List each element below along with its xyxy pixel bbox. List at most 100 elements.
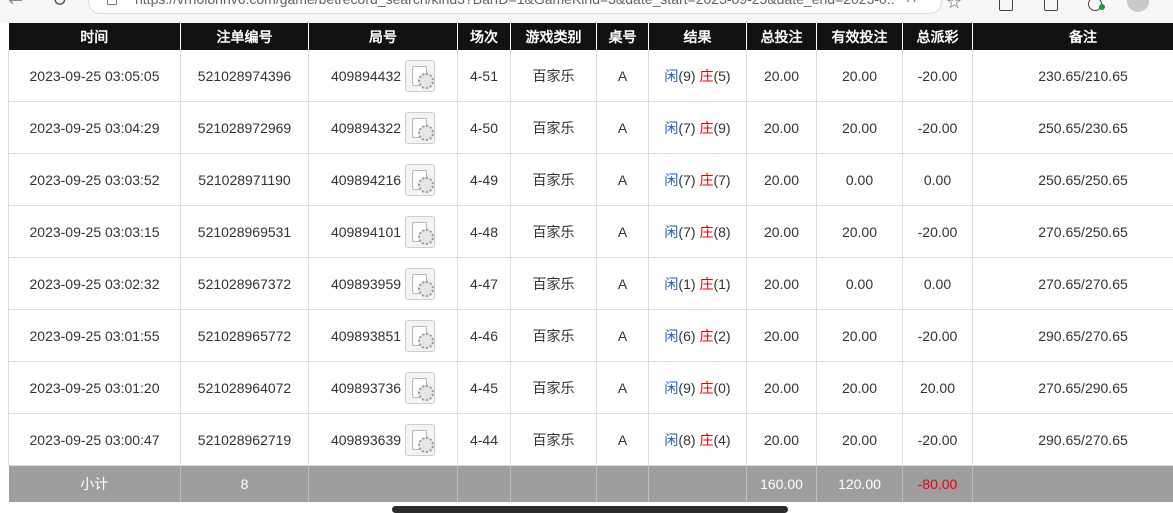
banker-score: (8) <box>713 224 730 240</box>
banker-label: 庄 <box>699 68 713 84</box>
browser-toolbar: ← ↻ https://vrnoi8nhv6.com/game/betrecor… <box>0 0 1173 23</box>
page-info-icon[interactable] <box>107 0 117 5</box>
table-row: 2023-09-25 03:05:05521028974396409894432… <box>9 50 1173 102</box>
cell-payout: -20.00 <box>903 414 973 466</box>
cell-result: 闲(6) 庄(2) <box>649 310 747 362</box>
subtotal-valid-bet: 120.00 <box>817 466 903 503</box>
cell-game-type: 百家乐 <box>511 258 597 310</box>
cell-round: 409894101 <box>309 206 458 258</box>
player-score: (8) <box>678 432 695 448</box>
cell-game-type: 百家乐 <box>511 310 597 362</box>
cell-table-no: A <box>597 102 649 154</box>
cell-game-type: 百家乐 <box>511 154 597 206</box>
round-detail-icon[interactable] <box>405 164 435 196</box>
cell-valid-bet: 20.00 <box>817 50 903 102</box>
round-detail-icon[interactable] <box>405 268 435 300</box>
favorite-star-icon[interactable]: ☆ <box>946 0 962 13</box>
cell-game-type: 百家乐 <box>511 362 597 414</box>
cell-bet-id: 521028962719 <box>181 414 309 466</box>
player-score: (7) <box>678 120 695 136</box>
cell-payout: 20.00 <box>903 362 973 414</box>
cell-remark: 230.65/210.65 <box>973 50 1173 102</box>
header-table-no: 桌号 <box>597 23 649 50</box>
cell-total-bet: 20.00 <box>747 362 817 414</box>
player-score: (9) <box>678 380 695 396</box>
subtotal-row: 小计 8 160.00 120.00 -80.00 <box>9 466 1173 503</box>
banker-label: 庄 <box>699 120 713 136</box>
player-score: (7) <box>678 172 695 188</box>
cell-game-type: 百家乐 <box>511 102 597 154</box>
cell-bet-id: 521028965772 <box>181 310 309 362</box>
subtotal-label: 小计 <box>9 466 181 503</box>
table-row: 2023-09-25 03:02:32521028967372409893959… <box>9 258 1173 310</box>
address-bar[interactable]: https://vrnoi8nhv6.com/game/betrecord_se… <box>88 0 942 14</box>
round-detail-icon[interactable] <box>405 216 435 248</box>
cell-valid-bet: 0.00 <box>817 154 903 206</box>
cell-table-no: A <box>597 258 649 310</box>
banker-label: 庄 <box>699 172 713 188</box>
cell-round: 409894322 <box>309 102 458 154</box>
cell-result: 闲(7) 庄(9) <box>649 102 747 154</box>
cell-payout: -20.00 <box>903 50 973 102</box>
round-detail-icon[interactable] <box>405 372 435 404</box>
banker-score: (4) <box>713 432 730 448</box>
reload-icon[interactable]: ↻ <box>52 0 67 10</box>
round-number: 409893736 <box>331 380 401 396</box>
cell-payout: -20.00 <box>903 102 973 154</box>
banker-label: 庄 <box>699 276 713 292</box>
cell-bet-id: 521028969531 <box>181 206 309 258</box>
cell-table-no: A <box>597 154 649 206</box>
cell-time: 2023-09-25 03:01:20 <box>9 362 181 414</box>
cell-remark: 250.65/250.65 <box>973 154 1173 206</box>
table-row: 2023-09-25 03:00:47521028962719409893639… <box>9 414 1173 466</box>
banker-score: (2) <box>713 328 730 344</box>
cell-table-no: A <box>597 310 649 362</box>
table-header-row: 时间 注单编号 局号 场次 游戏类别 桌号 结果 总投注 有效投注 总派彩 备注 <box>9 23 1173 50</box>
cell-table-no: A <box>597 362 649 414</box>
read-aloud-icon[interactable]: Aᵃ <box>907 0 921 5</box>
round-number: 409894432 <box>331 68 401 84</box>
cell-remark: 270.65/250.65 <box>973 206 1173 258</box>
banker-label: 庄 <box>699 224 713 240</box>
player-label: 闲 <box>664 68 678 84</box>
player-label: 闲 <box>664 328 678 344</box>
cell-round: 409894432 <box>309 50 458 102</box>
header-session: 场次 <box>458 23 511 50</box>
cell-round: 409893959 <box>309 258 458 310</box>
cell-time: 2023-09-25 03:02:32 <box>9 258 181 310</box>
round-detail-icon[interactable] <box>405 320 435 352</box>
cell-total-bet: 20.00 <box>747 310 817 362</box>
cell-total-bet: 20.00 <box>747 154 817 206</box>
player-label: 闲 <box>664 276 678 292</box>
banker-score: (0) <box>713 380 730 396</box>
extension-status-dot <box>1099 4 1105 10</box>
round-detail-icon[interactable] <box>405 60 435 92</box>
table-row: 2023-09-25 03:03:15521028969531409894101… <box>9 206 1173 258</box>
cell-payout: -20.00 <box>903 310 973 362</box>
header-game-type: 游戏类别 <box>511 23 597 50</box>
back-arrow-icon[interactable]: ← <box>8 0 23 10</box>
cell-total-bet: 20.00 <box>747 206 817 258</box>
round-detail-icon[interactable] <box>405 112 435 144</box>
round-detail-icon[interactable] <box>405 424 435 456</box>
banker-label: 庄 <box>699 432 713 448</box>
collections-icon[interactable] <box>1044 0 1058 11</box>
header-bet-id: 注单编号 <box>181 23 309 50</box>
banker-label: 庄 <box>699 380 713 396</box>
cell-valid-bet: 20.00 <box>817 206 903 258</box>
header-valid-bet: 有效投注 <box>817 23 903 50</box>
player-score: (6) <box>678 328 695 344</box>
cell-time: 2023-09-25 03:04:29 <box>9 102 181 154</box>
horizontal-scrollbar[interactable] <box>392 506 788 513</box>
round-number: 409893959 <box>331 276 401 292</box>
profile-avatar[interactable] <box>1127 0 1149 12</box>
player-score: (7) <box>678 224 695 240</box>
player-score: (1) <box>678 276 695 292</box>
url-text[interactable]: https://vrnoi8nhv6.com/game/betrecord_se… <box>135 0 895 9</box>
cell-bet-id: 521028974396 <box>181 50 309 102</box>
split-screen-icon[interactable] <box>999 0 1013 11</box>
header-time: 时间 <box>9 23 181 50</box>
cell-result: 闲(1) 庄(1) <box>649 258 747 310</box>
cell-session: 4-49 <box>458 154 511 206</box>
cell-time: 2023-09-25 03:03:52 <box>9 154 181 206</box>
